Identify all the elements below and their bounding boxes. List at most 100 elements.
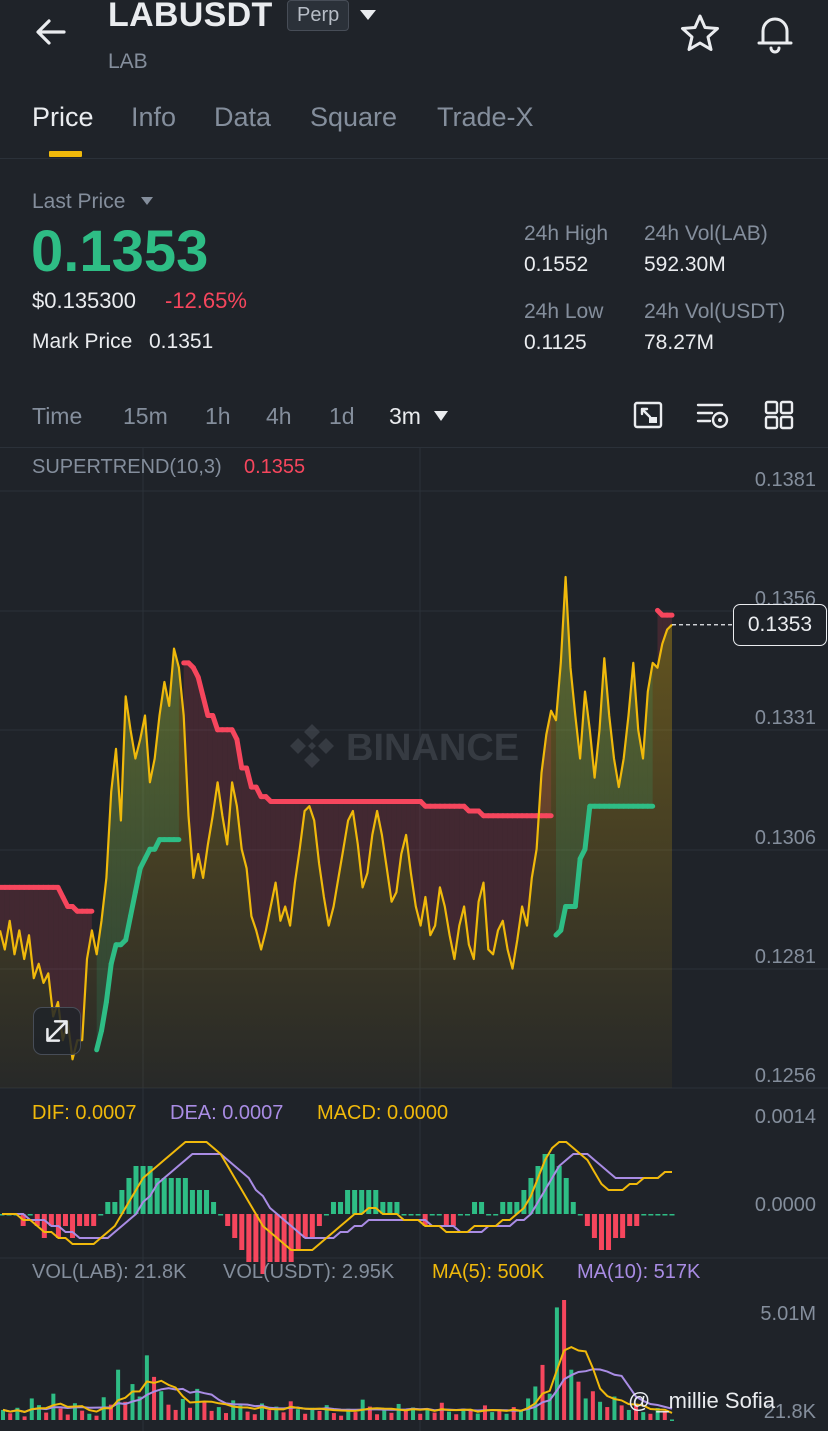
supertrend-value: 0.1355 [244,456,306,478]
volume-bar [518,1410,523,1420]
macd-histogram-bar [41,1214,47,1238]
contract-type-badge: Perp [287,0,350,31]
macd-histogram-bar [408,1214,414,1216]
volume-bar [159,1391,164,1420]
interval-1d[interactable]: 1d [329,403,355,430]
volume-bar [619,1405,624,1420]
symbol-title[interactable]: LABUSDT [108,0,273,35]
volume-bar [382,1410,387,1420]
bell-icon[interactable] [753,11,797,55]
macd-dif-label: DIF: 0.0007 [32,1102,137,1124]
expand-icon[interactable] [33,1007,81,1055]
volume-bar [1,1409,5,1420]
current-price-marker: 0.1353 [733,604,827,646]
volume-bar [252,1414,257,1420]
volume-bar [583,1398,588,1420]
supertrend-band [468,810,474,960]
indicator-settings-icon[interactable] [696,400,730,430]
interval-3m[interactable]: 3m [389,403,421,430]
macd-histogram-bar [500,1202,506,1214]
volume-bar [389,1412,394,1420]
interval-4h[interactable]: 4h [266,403,292,430]
macd-histogram-bar [436,1214,442,1216]
supertrend-label[interactable]: SUPERTREND(10,3) [32,456,222,479]
volume-bar [605,1407,610,1420]
volume-bar [396,1403,401,1420]
caret-down-icon[interactable] [140,196,154,206]
supertrend-band [43,887,49,983]
last-price-value: 0.1353 [31,219,209,284]
volume-bar [44,1412,49,1420]
volume-bar [562,1300,567,1420]
macd-histogram-bar [91,1214,97,1226]
macd-histogram-bar [401,1214,407,1216]
volume-bar [569,1369,574,1420]
macd-histogram-bar [267,1214,273,1262]
last-price-label[interactable]: Last Price [32,190,125,214]
macd-histogram-bar [84,1214,90,1226]
tab-trade-x[interactable]: Trade-X [437,102,534,133]
supertrend-band [198,677,204,878]
tab-price[interactable]: Price [32,102,94,133]
volume-bar [490,1412,495,1420]
volume-bar [87,1413,92,1420]
volume-bar [475,1413,480,1420]
tab-data[interactable]: Data [214,102,271,133]
macd-histogram-bar [662,1214,668,1216]
volume-bar [195,1388,200,1420]
base-asset: LAB [108,50,148,73]
chevron-down-icon[interactable] [358,8,378,22]
supertrend-band [261,796,266,950]
layout-grid-icon[interactable] [764,400,794,430]
chart-fullscreen-icon[interactable] [633,400,663,430]
macd-dea-label: DEA: 0.0007 [170,1102,284,1124]
macd-value-label: MACD: 0.0000 [317,1102,449,1124]
macd-histogram-bar [443,1214,449,1226]
supertrend-band [497,815,503,931]
vol-base-label: VOL(LAB): 21.8K [32,1261,187,1283]
macd-histogram-bar [302,1214,308,1238]
macd-histogram-bar [634,1214,640,1226]
supertrend-band [391,801,397,902]
macd-histogram-bar [394,1202,400,1214]
volume-bar [353,1412,358,1420]
interval-1h[interactable]: 1h [205,403,231,430]
macd-histogram-bar [556,1166,562,1214]
macd-histogram-bar [62,1214,68,1226]
macd-histogram-bar [196,1190,202,1214]
volume-bar [295,1409,300,1420]
supertrend-band [430,806,436,936]
interval-time[interactable]: Time [32,403,82,430]
price-axis-tick: 0.1381 [754,469,816,491]
star-icon[interactable] [680,13,720,53]
interval-15m[interactable]: 15m [123,403,168,430]
volume-bar [403,1410,408,1420]
supertrend-band [251,787,257,931]
macd-histogram-bar [563,1178,569,1214]
macd-histogram-bar [669,1214,675,1216]
volume-bar [202,1401,207,1420]
macd-histogram-bar [182,1178,188,1214]
macd-histogram-bar [472,1202,478,1214]
macd-histogram-bar [204,1190,210,1214]
back-arrow-icon[interactable] [30,12,74,52]
volume-bar [331,1413,336,1420]
volume-bar [504,1413,509,1420]
volume-bar [22,1416,27,1420]
caret-down-icon[interactable] [433,410,449,422]
volume-bar [180,1398,185,1420]
supertrend-band [507,815,513,969]
price-axis-tick: 0.1306 [754,827,816,849]
tab-square[interactable]: Square [310,102,397,133]
price-axis-tick: 0.1281 [754,946,816,968]
macd-histogram-bar [338,1202,344,1214]
stat-24h-vol-quote-label: 24h Vol(USDT) [644,300,786,323]
stat-24h-low-label: 24h Low [524,300,604,323]
volume-bar [224,1413,228,1420]
macd-histogram-bar [450,1214,456,1226]
tab-info[interactable]: Info [131,102,176,133]
stat-24h-vol-base-label: 24h Vol(LAB) [644,222,768,245]
macd-histogram-bar [77,1214,83,1226]
volume-bar [670,1419,674,1421]
macd-histogram-bar [655,1214,661,1216]
